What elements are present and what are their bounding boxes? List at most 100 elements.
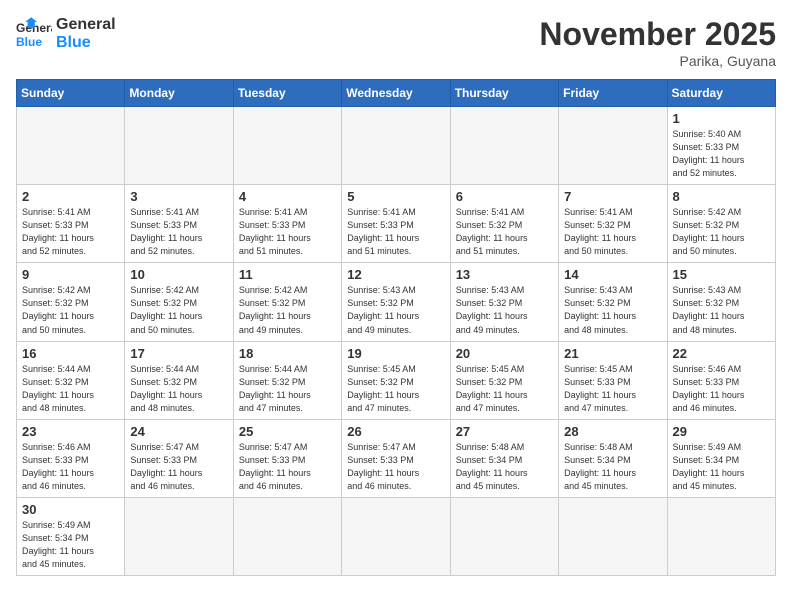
day-info: Sunrise: 5:43 AM Sunset: 5:32 PM Dayligh…	[347, 284, 444, 336]
calendar-week-row: 2 Sunrise: 5:41 AM Sunset: 5:33 PM Daylig…	[17, 185, 776, 263]
day-number: 9	[22, 267, 119, 282]
calendar-day-cell: 2 Sunrise: 5:41 AM Sunset: 5:33 PM Daylig…	[17, 185, 125, 263]
day-info: Sunrise: 5:41 AM Sunset: 5:33 PM Dayligh…	[130, 206, 227, 258]
calendar-day-cell: 7Sunrise: 5:41 AM Sunset: 5:32 PM Daylig…	[559, 185, 667, 263]
calendar-day-cell	[125, 107, 233, 185]
logo-icon: General Blue	[16, 16, 52, 52]
logo-blue: Blue	[56, 34, 116, 52]
calendar-week-row: 9Sunrise: 5:42 AM Sunset: 5:32 PM Daylig…	[17, 263, 776, 341]
location: Parika, Guyana	[539, 53, 776, 69]
calendar-week-row: 16 Sunrise: 5:44 AM Sunset: 5:32 PM Dayli…	[17, 341, 776, 419]
day-number: 30	[22, 502, 119, 517]
day-number: 17	[130, 346, 227, 361]
day-info: Sunrise: 5:44 AM Sunset: 5:32 PM Dayligh…	[239, 363, 336, 415]
svg-text:Blue: Blue	[16, 35, 42, 49]
day-number: 28	[564, 424, 661, 439]
calendar-day-cell: 13Sunrise: 5:43 AM Sunset: 5:32 PM Dayli…	[450, 263, 558, 341]
day-number: 1	[673, 111, 770, 126]
calendar-day-cell: 30 Sunrise: 5:49 AM Sunset: 5:34 PM Dayli…	[17, 497, 125, 575]
calendar-week-row: 1 Sunrise: 5:40 AM Sunset: 5:33 PM Daylig…	[17, 107, 776, 185]
calendar-table: SundayMondayTuesdayWednesdayThursdayFrid…	[16, 79, 776, 576]
calendar-header-row: SundayMondayTuesdayWednesdayThursdayFrid…	[17, 80, 776, 107]
calendar-day-cell: 25 Sunrise: 5:47 AM Sunset: 5:33 PM Dayli…	[233, 419, 341, 497]
calendar-day-cell	[233, 497, 341, 575]
day-info: Sunrise: 5:46 AM Sunset: 5:33 PM Dayligh…	[22, 441, 119, 493]
calendar-day-cell: 17 Sunrise: 5:44 AM Sunset: 5:32 PM Dayli…	[125, 341, 233, 419]
day-number: 22	[673, 346, 770, 361]
day-number: 20	[456, 346, 553, 361]
calendar-day-cell: 14Sunrise: 5:43 AM Sunset: 5:32 PM Dayli…	[559, 263, 667, 341]
calendar-day-cell: 24Sunrise: 5:47 AM Sunset: 5:33 PM Dayli…	[125, 419, 233, 497]
logo: General Blue General Blue	[16, 16, 116, 52]
title-block: November 2025 Parika, Guyana	[539, 16, 776, 69]
calendar-day-cell: 28 Sunrise: 5:48 AM Sunset: 5:34 PM Dayli…	[559, 419, 667, 497]
day-number: 8	[673, 189, 770, 204]
calendar-day-cell: 10Sunrise: 5:42 AM Sunset: 5:32 PM Dayli…	[125, 263, 233, 341]
day-info: Sunrise: 5:41 AM Sunset: 5:33 PM Dayligh…	[239, 206, 336, 258]
calendar-day-cell	[450, 107, 558, 185]
calendar-day-cell: 16 Sunrise: 5:44 AM Sunset: 5:32 PM Dayli…	[17, 341, 125, 419]
day-info: Sunrise: 5:41 AM Sunset: 5:33 PM Dayligh…	[22, 206, 119, 258]
calendar-day-cell: 15 Sunrise: 5:43 AM Sunset: 5:32 PM Dayli…	[667, 263, 775, 341]
calendar-day-cell	[342, 497, 450, 575]
calendar-day-cell: 11Sunrise: 5:42 AM Sunset: 5:32 PM Dayli…	[233, 263, 341, 341]
day-info: Sunrise: 5:47 AM Sunset: 5:33 PM Dayligh…	[347, 441, 444, 493]
calendar-day-cell: 8Sunrise: 5:42 AM Sunset: 5:32 PM Daylig…	[667, 185, 775, 263]
calendar-header-monday: Monday	[125, 80, 233, 107]
day-info: Sunrise: 5:44 AM Sunset: 5:32 PM Dayligh…	[22, 363, 119, 415]
page-header: General Blue General Blue November 2025 …	[16, 16, 776, 69]
day-number: 2	[22, 189, 119, 204]
day-info: Sunrise: 5:46 AM Sunset: 5:33 PM Dayligh…	[673, 363, 770, 415]
day-number: 26	[347, 424, 444, 439]
calendar-day-cell: 5Sunrise: 5:41 AM Sunset: 5:33 PM Daylig…	[342, 185, 450, 263]
day-number: 25	[239, 424, 336, 439]
calendar-header-thursday: Thursday	[450, 80, 558, 107]
calendar-header-saturday: Saturday	[667, 80, 775, 107]
day-info: Sunrise: 5:48 AM Sunset: 5:34 PM Dayligh…	[564, 441, 661, 493]
logo-general: General	[56, 16, 116, 34]
calendar-day-cell: 21 Sunrise: 5:45 AM Sunset: 5:33 PM Dayli…	[559, 341, 667, 419]
day-info: Sunrise: 5:40 AM Sunset: 5:33 PM Dayligh…	[673, 128, 770, 180]
calendar-week-row: 23Sunrise: 5:46 AM Sunset: 5:33 PM Dayli…	[17, 419, 776, 497]
day-info: Sunrise: 5:45 AM Sunset: 5:32 PM Dayligh…	[456, 363, 553, 415]
calendar-day-cell: 20 Sunrise: 5:45 AM Sunset: 5:32 PM Dayli…	[450, 341, 558, 419]
day-info: Sunrise: 5:41 AM Sunset: 5:33 PM Dayligh…	[347, 206, 444, 258]
day-number: 10	[130, 267, 227, 282]
day-number: 12	[347, 267, 444, 282]
calendar-day-cell	[667, 497, 775, 575]
calendar-day-cell: 19Sunrise: 5:45 AM Sunset: 5:32 PM Dayli…	[342, 341, 450, 419]
calendar-day-cell: 29Sunrise: 5:49 AM Sunset: 5:34 PM Dayli…	[667, 419, 775, 497]
day-info: Sunrise: 5:49 AM Sunset: 5:34 PM Dayligh…	[22, 519, 119, 571]
calendar-day-cell: 27Sunrise: 5:48 AM Sunset: 5:34 PM Dayli…	[450, 419, 558, 497]
day-number: 14	[564, 267, 661, 282]
day-number: 16	[22, 346, 119, 361]
calendar-day-cell	[559, 107, 667, 185]
calendar-day-cell: 26 Sunrise: 5:47 AM Sunset: 5:33 PM Dayli…	[342, 419, 450, 497]
calendar-header-tuesday: Tuesday	[233, 80, 341, 107]
calendar-day-cell	[233, 107, 341, 185]
day-info: Sunrise: 5:45 AM Sunset: 5:33 PM Dayligh…	[564, 363, 661, 415]
calendar-day-cell: 1 Sunrise: 5:40 AM Sunset: 5:33 PM Daylig…	[667, 107, 775, 185]
day-info: Sunrise: 5:47 AM Sunset: 5:33 PM Dayligh…	[239, 441, 336, 493]
calendar-day-cell: 18Sunrise: 5:44 AM Sunset: 5:32 PM Dayli…	[233, 341, 341, 419]
day-number: 21	[564, 346, 661, 361]
day-info: Sunrise: 5:43 AM Sunset: 5:32 PM Dayligh…	[456, 284, 553, 336]
day-number: 6	[456, 189, 553, 204]
calendar-week-row: 30 Sunrise: 5:49 AM Sunset: 5:34 PM Dayli…	[17, 497, 776, 575]
day-number: 3	[130, 189, 227, 204]
day-info: Sunrise: 5:41 AM Sunset: 5:32 PM Dayligh…	[456, 206, 553, 258]
day-number: 27	[456, 424, 553, 439]
day-number: 7	[564, 189, 661, 204]
calendar-day-cell: 23Sunrise: 5:46 AM Sunset: 5:33 PM Dayli…	[17, 419, 125, 497]
calendar-day-cell	[17, 107, 125, 185]
day-info: Sunrise: 5:43 AM Sunset: 5:32 PM Dayligh…	[673, 284, 770, 336]
calendar-day-cell: 22 Sunrise: 5:46 AM Sunset: 5:33 PM Dayli…	[667, 341, 775, 419]
day-number: 15	[673, 267, 770, 282]
day-number: 11	[239, 267, 336, 282]
month-title: November 2025	[539, 16, 776, 53]
calendar-day-cell	[125, 497, 233, 575]
day-number: 4	[239, 189, 336, 204]
calendar-day-cell: 12 Sunrise: 5:43 AM Sunset: 5:32 PM Dayli…	[342, 263, 450, 341]
day-number: 24	[130, 424, 227, 439]
day-info: Sunrise: 5:44 AM Sunset: 5:32 PM Dayligh…	[130, 363, 227, 415]
